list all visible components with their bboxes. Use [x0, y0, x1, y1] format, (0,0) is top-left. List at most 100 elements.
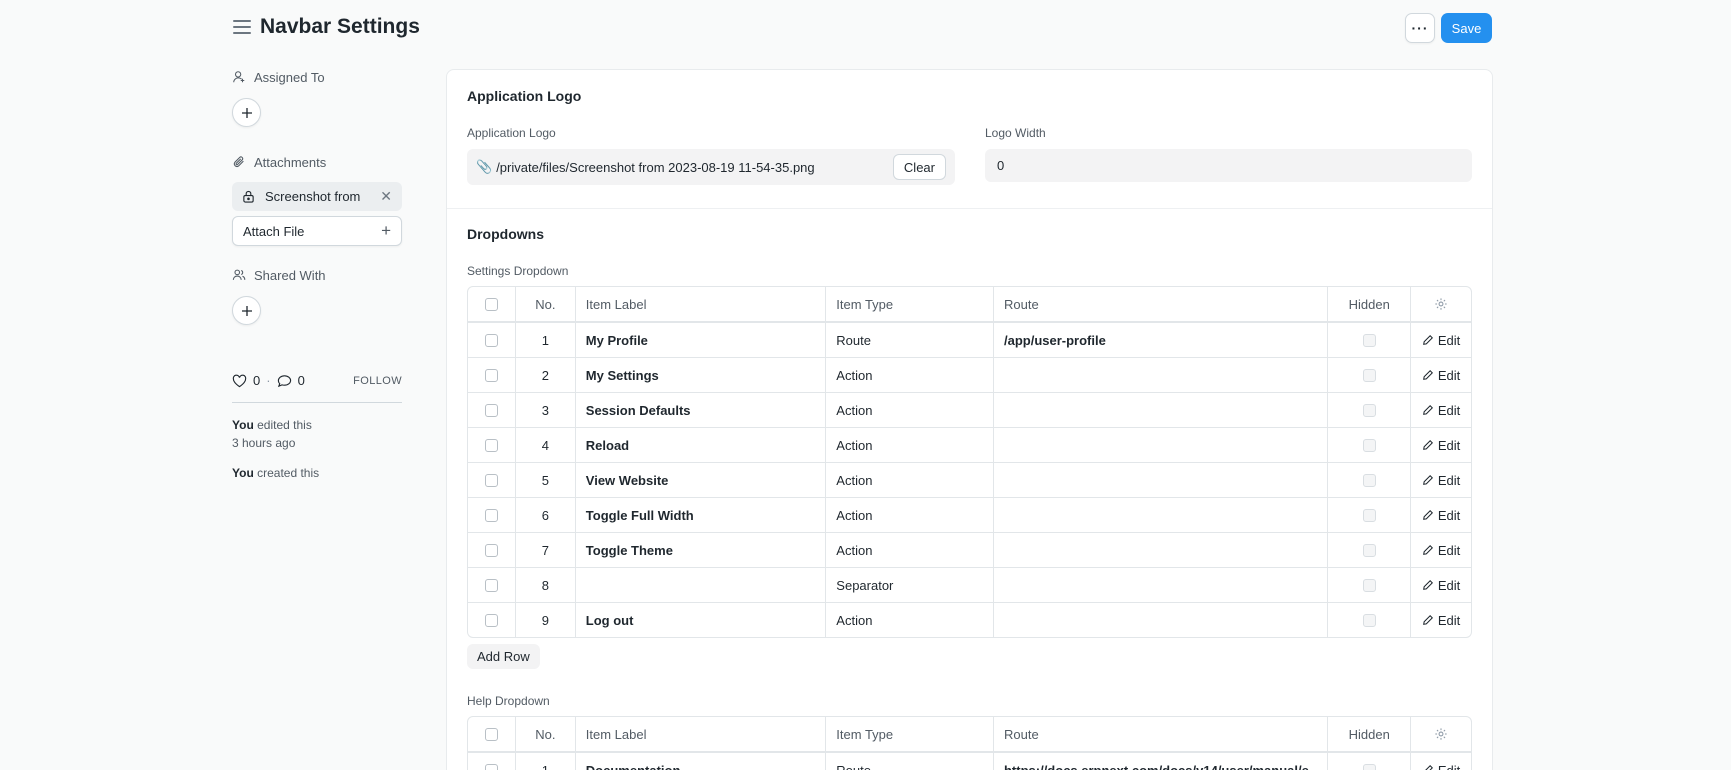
edit-row-button[interactable]: Edit: [1422, 368, 1460, 383]
table-row[interactable]: 5 View Website Action Edit: [468, 462, 1471, 497]
hidden-checkbox[interactable]: [1362, 473, 1376, 487]
edit-row-button[interactable]: Edit: [1422, 578, 1460, 593]
row-checkbox[interactable]: [484, 438, 498, 452]
row-checkbox[interactable]: [484, 368, 498, 382]
route-cell[interactable]: [992, 568, 1327, 602]
add-user-icon: [233, 71, 245, 83]
select-all-checkbox[interactable]: [484, 297, 498, 311]
add-row-button[interactable]: Add Row: [467, 644, 540, 669]
gear-icon[interactable]: [1434, 297, 1448, 311]
row-checkbox[interactable]: [484, 763, 498, 770]
gear-icon[interactable]: [1434, 727, 1448, 741]
save-button[interactable]: Save: [1441, 13, 1492, 43]
item-type-cell[interactable]: Action: [825, 498, 993, 532]
clear-logo-button[interactable]: Clear: [892, 154, 946, 180]
heart-icon[interactable]: [232, 374, 247, 388]
route-cell[interactable]: [992, 533, 1327, 567]
item-label-cell[interactable]: Toggle Theme: [574, 533, 826, 567]
route-cell[interactable]: [992, 358, 1327, 392]
table-row[interactable]: 1 Documentation Route https://docs.erpnext.…: [468, 752, 1471, 770]
table-row[interactable]: 2 My Settings Action Edit: [468, 357, 1471, 392]
edit-row-button[interactable]: Edit: [1422, 613, 1460, 628]
add-assignment-button[interactable]: [232, 98, 261, 127]
table-row[interactable]: 3 Session Defaults Action Edit: [468, 392, 1471, 427]
item-label-cell[interactable]: [574, 568, 826, 602]
hidden-checkbox[interactable]: [1362, 508, 1376, 522]
edit-row-button[interactable]: Edit: [1422, 473, 1460, 488]
item-type-cell[interactable]: Action: [825, 603, 993, 637]
remove-attachment-icon[interactable]: ✕: [380, 188, 392, 205]
item-type-cell[interactable]: Action: [825, 463, 993, 497]
column-header-type: Item Type: [825, 717, 993, 751]
item-label-cell[interactable]: Documentation: [574, 753, 826, 770]
edit-row-button[interactable]: Edit: [1422, 333, 1460, 348]
edit-row-button[interactable]: Edit: [1422, 438, 1460, 453]
route-cell[interactable]: [992, 498, 1327, 532]
route-cell[interactable]: /app/user-profile: [992, 323, 1327, 357]
edit-row-button[interactable]: Edit: [1422, 508, 1460, 523]
table-row[interactable]: 8 Separator Edit: [468, 567, 1471, 602]
assigned-to-label: Assigned To: [232, 68, 402, 86]
route-cell[interactable]: [992, 463, 1327, 497]
route-cell[interactable]: [992, 603, 1327, 637]
hidden-checkbox[interactable]: [1362, 333, 1376, 347]
item-type-cell[interactable]: Action: [825, 428, 993, 462]
row-number: 1: [514, 323, 575, 357]
item-label-cell[interactable]: View Website: [574, 463, 826, 497]
plus-icon: [241, 107, 252, 118]
item-type-cell[interactable]: Action: [825, 533, 993, 567]
item-label-cell[interactable]: Session Defaults: [574, 393, 826, 427]
row-checkbox[interactable]: [484, 508, 498, 522]
item-type-cell[interactable]: Action: [825, 393, 993, 427]
edit-row-button[interactable]: Edit: [1422, 763, 1460, 770]
item-label-cell[interactable]: My Profile: [574, 323, 826, 357]
row-checkbox[interactable]: [484, 473, 498, 487]
attachment-item[interactable]: Screenshot from ✕: [232, 182, 402, 211]
logo-field-label: Application Logo: [467, 126, 556, 140]
edit-row-button[interactable]: Edit: [1422, 543, 1460, 558]
row-checkbox[interactable]: [484, 403, 498, 417]
item-type-cell[interactable]: Separator: [825, 568, 993, 602]
item-label-cell[interactable]: My Settings: [574, 358, 826, 392]
table-row[interactable]: 9 Log out Action Edit: [468, 602, 1471, 637]
edit-cell: Edit: [1410, 358, 1471, 392]
hidden-checkbox[interactable]: [1362, 368, 1376, 382]
select-all-checkbox[interactable]: [484, 727, 498, 741]
row-checkbox[interactable]: [484, 613, 498, 627]
table-row[interactable]: 7 Toggle Theme Action Edit: [468, 532, 1471, 567]
table-row[interactable]: 6 Toggle Full Width Action Edit: [468, 497, 1471, 532]
follow-link[interactable]: FOLLOW: [353, 375, 402, 387]
row-checkbox[interactable]: [484, 333, 498, 347]
attach-file-button[interactable]: Attach File +: [232, 216, 402, 246]
hidden-checkbox[interactable]: [1362, 438, 1376, 452]
more-actions-button[interactable]: ···: [1405, 13, 1435, 43]
logo-width-input[interactable]: 0: [985, 149, 1472, 182]
row-checkbox[interactable]: [484, 578, 498, 592]
edit-row-button[interactable]: Edit: [1422, 403, 1460, 418]
logo-file-path[interactable]: /private/files/Screenshot from 2023-08-1…: [496, 160, 814, 175]
item-type-cell[interactable]: Action: [825, 358, 993, 392]
route-cell[interactable]: [992, 393, 1327, 427]
pencil-icon: [1422, 579, 1433, 590]
add-share-button[interactable]: [232, 296, 261, 325]
item-type-cell[interactable]: Route: [825, 323, 993, 357]
route-cell[interactable]: https://docs.erpnext.com/docs/v14/user/m…: [992, 753, 1327, 770]
comment-icon[interactable]: [277, 374, 292, 388]
table-row[interactable]: 1 My Profile Route/app/user-profile Edit: [468, 322, 1471, 357]
hidden-checkbox[interactable]: [1362, 613, 1376, 627]
edit-cell: Edit: [1410, 533, 1471, 567]
route-cell[interactable]: [992, 428, 1327, 462]
page-head: Navbar Settings ··· Save: [0, 0, 1731, 56]
hidden-checkbox[interactable]: [1362, 578, 1376, 592]
hidden-checkbox[interactable]: [1362, 763, 1376, 770]
item-label-cell[interactable]: Reload: [574, 428, 826, 462]
hidden-checkbox[interactable]: [1362, 543, 1376, 557]
item-label-cell[interactable]: Log out: [574, 603, 826, 637]
sidebar-toggle-icon[interactable]: [233, 20, 251, 36]
item-type-cell[interactable]: Route: [825, 753, 993, 770]
row-checkbox[interactable]: [484, 543, 498, 557]
hidden-checkbox[interactable]: [1362, 403, 1376, 417]
item-label-cell[interactable]: Toggle Full Width: [574, 498, 826, 532]
application-logo-field[interactable]: 📎 /private/files/Screenshot from 2023-08…: [467, 149, 955, 185]
table-row[interactable]: 4 Reload Action Edit: [468, 427, 1471, 462]
